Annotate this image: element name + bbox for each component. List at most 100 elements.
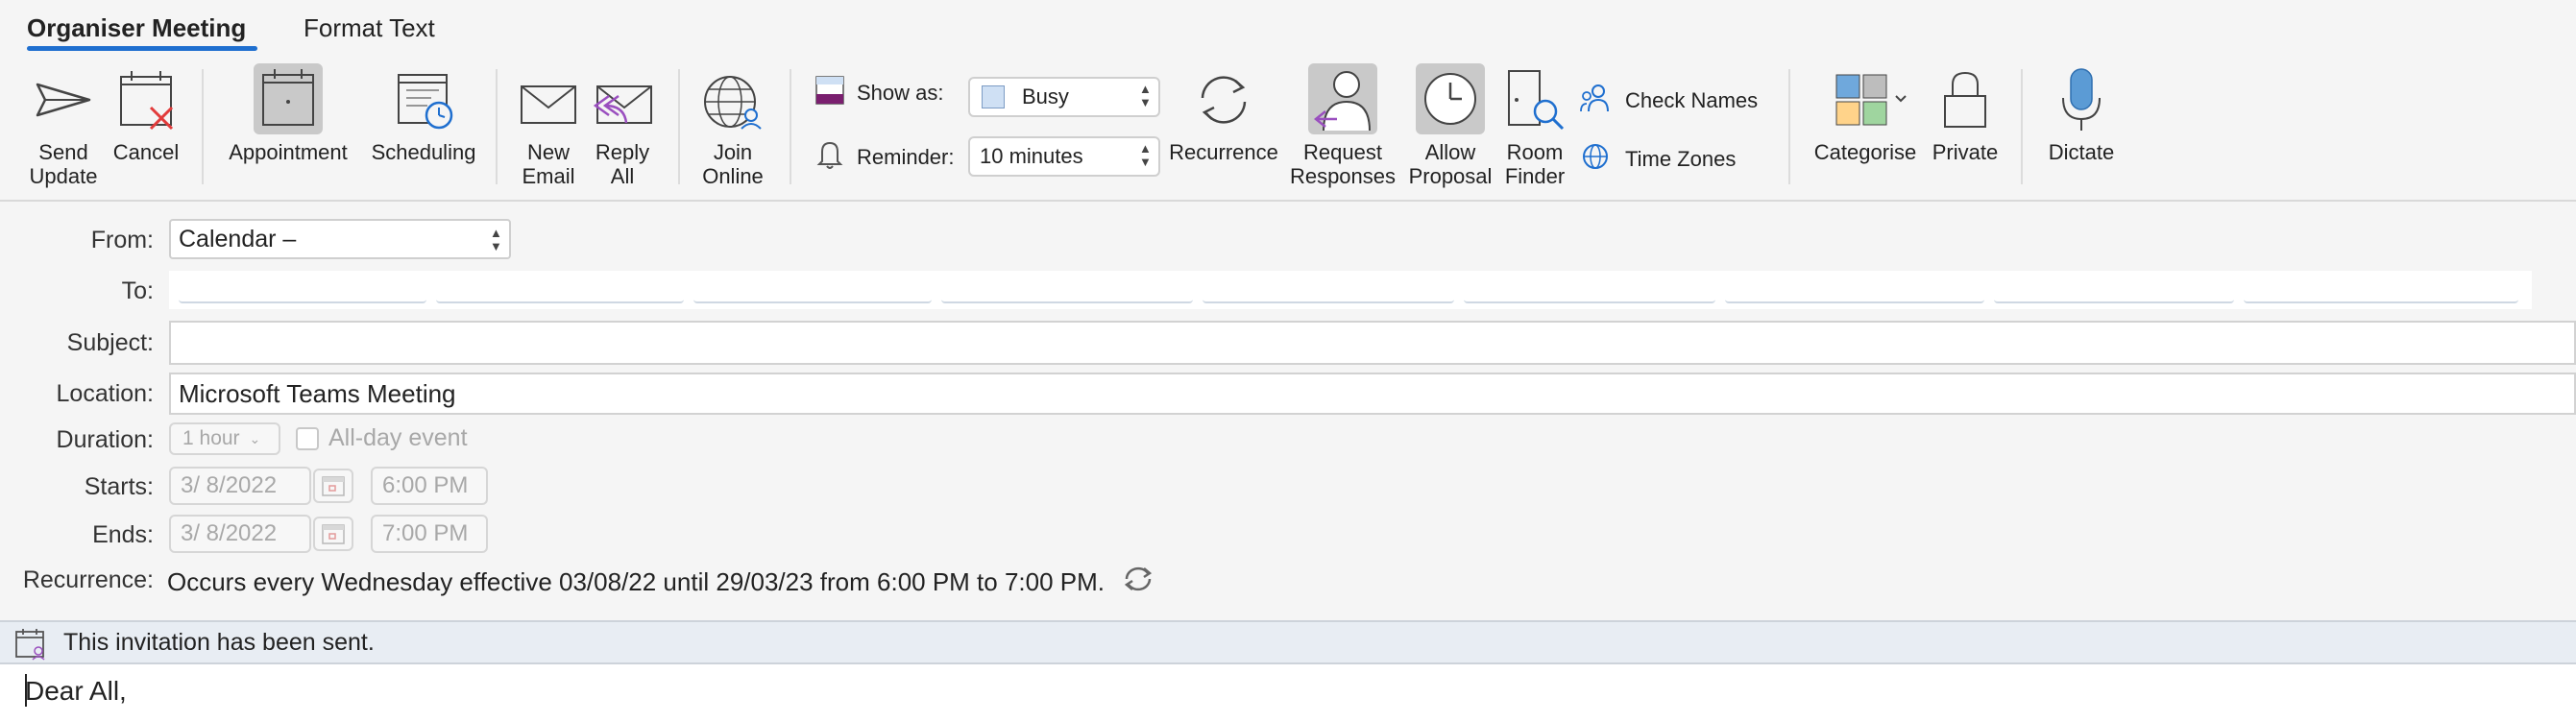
all-day-checkbox[interactable] <box>296 426 319 450</box>
show-as-icon <box>814 75 845 111</box>
scheduling-label: Scheduling <box>371 140 476 164</box>
start-date-field[interactable]: 3/ 8/2022 <box>169 467 311 505</box>
subject-label: Subject: <box>66 329 154 356</box>
start-time-field[interactable]: 6:00 PM <box>371 467 488 505</box>
send-update-button[interactable]: Send Update <box>23 63 104 188</box>
recipient-chip[interactable] <box>1464 277 1715 303</box>
edit-recurrence-icon[interactable] <box>1120 565 1156 600</box>
appointment-button[interactable]: Appointment <box>221 63 355 164</box>
ribbon-separator <box>2021 69 2023 184</box>
recipient-chip[interactable] <box>693 277 932 303</box>
recurrence-summary-text: Occurs every Wednesday effective 03/08/2… <box>167 567 1106 596</box>
request-responses-button[interactable]: Request Responses <box>1287 63 1398 188</box>
all-day-label: All-day event <box>328 424 468 451</box>
show-as-dropdown[interactable]: Busy ▲ ▼ <box>968 77 1160 117</box>
ribbon-separator <box>678 69 680 184</box>
tab-format-text[interactable]: Format Text <box>304 13 435 43</box>
time-zones-button[interactable]: Time Zones <box>1581 142 1736 177</box>
stepper-arrows-icon: ▲ ▼ <box>1139 82 1152 109</box>
show-as-label: Show as: <box>857 81 944 105</box>
recipient-chip[interactable] <box>1203 277 1454 303</box>
reply-all-label-2: All <box>610 164 635 188</box>
recurrence-button[interactable]: Recurrence <box>1164 63 1283 164</box>
new-email-button[interactable]: New Email <box>515 63 582 188</box>
private-label: Private <box>1932 140 1999 164</box>
clock-icon <box>1416 63 1485 134</box>
lock-icon <box>1932 63 1999 134</box>
subject-input[interactable] <box>169 321 2576 365</box>
cancel-label: Cancel <box>112 140 180 164</box>
new-email-label-1: New <box>526 140 570 164</box>
infobar-text: This invitation has been sent. <box>63 629 375 656</box>
ribbon-separator <box>790 69 791 184</box>
globe-icon <box>1581 142 1610 177</box>
message-body-editor[interactable]: Dear All, <box>0 664 2576 722</box>
duration-dropdown[interactable]: 1 hour ⌄ <box>169 422 280 455</box>
room-finder-button[interactable]: Room Finder <box>1500 63 1569 188</box>
categorise-label: Categorise <box>1813 140 1917 164</box>
scheduling-icon <box>389 63 458 134</box>
reminder-dropdown[interactable]: 10 minutes ▲ ▼ <box>968 136 1160 177</box>
send-update-label-2: Update <box>29 164 98 188</box>
scheduling-button[interactable]: Scheduling <box>361 63 486 164</box>
show-as-value: Busy <box>1022 84 1069 108</box>
globe-people-icon <box>699 63 766 134</box>
ribbon-tab-bar: Organiser Meeting Format Text <box>0 0 2576 56</box>
bell-icon <box>814 138 845 177</box>
categorise-button[interactable]: Categorise <box>1808 63 1923 164</box>
calendar-icon <box>322 524 345 544</box>
reply-all-label-1: Reply <box>595 140 650 164</box>
start-date-value: 3/ 8/2022 <box>181 472 278 498</box>
private-button[interactable]: Private <box>1927 63 2004 164</box>
reply-all-button[interactable]: Reply All <box>588 63 657 188</box>
request-responses-label-1: Request <box>1303 140 1382 164</box>
allow-proposal-label-2: Proposal <box>1408 164 1493 188</box>
end-time-field[interactable]: 7:00 PM <box>371 515 488 553</box>
from-dropdown[interactable]: Calendar – ▲ ▼ <box>169 219 511 259</box>
location-value: Microsoft Teams Meeting <box>179 378 456 408</box>
join-online-label-1: Join <box>713 140 753 164</box>
tab-organiser-meeting[interactable]: Organiser Meeting <box>27 13 246 43</box>
recipient-chip[interactable] <box>1994 277 2234 303</box>
cancel-meeting-button[interactable]: Cancel <box>108 63 184 164</box>
recipient-chip[interactable] <box>179 277 426 303</box>
room-finder-icon <box>1503 63 1567 134</box>
check-names-button[interactable]: Check Names <box>1579 83 1758 119</box>
invitation-sent-infobar: This invitation has been sent. <box>0 620 2576 664</box>
location-input[interactable]: Microsoft Teams Meeting <box>169 373 2576 415</box>
end-time-value: 7:00 PM <box>382 520 469 546</box>
end-date-value: 3/ 8/2022 <box>181 520 278 546</box>
recurrence-row-label: Recurrence: <box>22 566 154 593</box>
check-names-label: Check Names <box>1625 88 1759 112</box>
envelope-icon <box>518 63 579 134</box>
to-field[interactable] <box>169 271 2532 309</box>
reply-all-icon <box>590 63 655 134</box>
stepper-arrows-icon: ▲ ▼ <box>1139 141 1152 169</box>
recurrence-summary: Occurs every Wednesday effective 03/08/2… <box>167 565 1156 600</box>
to-label: To: <box>121 277 154 304</box>
start-time-value: 6:00 PM <box>382 472 469 498</box>
ribbon-separator <box>202 69 204 184</box>
all-day-checkbox-row[interactable]: All-day event <box>296 424 468 452</box>
ends-label: Ends: <box>92 521 154 548</box>
request-responses-label-2: Responses <box>1289 164 1397 188</box>
busy-swatch-icon <box>982 85 1005 108</box>
join-online-button[interactable]: Join Online <box>695 63 770 188</box>
text-cursor <box>25 674 27 707</box>
recipient-chip[interactable] <box>2244 277 2518 303</box>
request-responses-icon <box>1308 63 1377 134</box>
ribbon-toolbar: Send Update Cancel Appointment Schedulin… <box>0 56 2576 202</box>
chevron-down-icon: ⌄ <box>249 430 261 446</box>
end-date-calendar-button[interactable] <box>313 517 353 551</box>
appointment-label: Appointment <box>229 140 348 164</box>
end-date-field[interactable]: 3/ 8/2022 <box>169 515 311 553</box>
microphone-icon <box>2048 63 2115 134</box>
from-label: From: <box>90 227 154 253</box>
recipient-chip[interactable] <box>1725 277 1984 303</box>
recipient-chip[interactable] <box>941 277 1193 303</box>
room-finder-label-2: Finder <box>1504 164 1566 188</box>
start-date-calendar-button[interactable] <box>313 469 353 503</box>
recipient-chip[interactable] <box>436 277 684 303</box>
dictate-button[interactable]: Dictate <box>2040 63 2123 164</box>
allow-proposal-button[interactable]: Allow Proposal <box>1404 63 1496 188</box>
